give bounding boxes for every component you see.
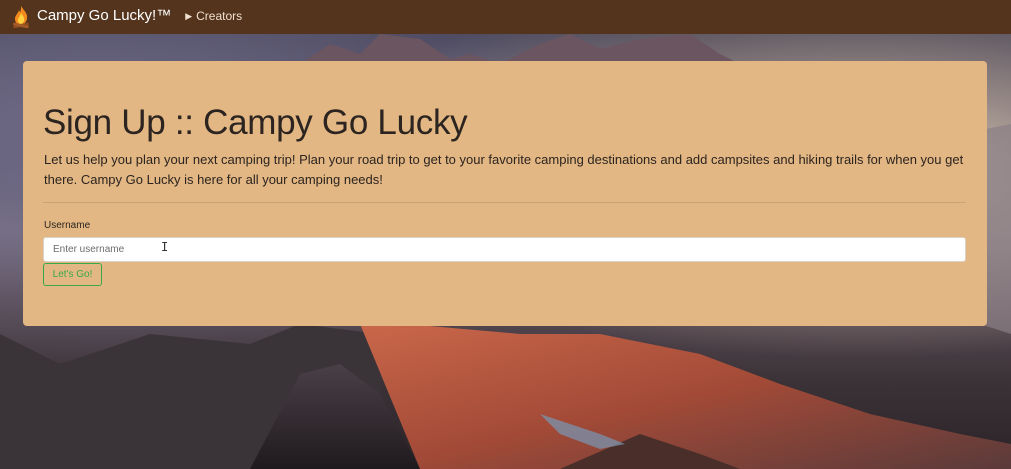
text-cursor-icon: I <box>161 240 169 254</box>
page-title: Sign Up :: Campy Go Lucky <box>43 103 468 142</box>
signup-card: Sign Up :: Campy Go Lucky Let us help yo… <box>23 61 987 326</box>
intro-text: Let us help you plan your next camping t… <box>44 152 964 187</box>
divider <box>43 202 966 203</box>
lets-go-button[interactable]: Let's Go! <box>43 263 102 286</box>
top-navbar: Campy Go Lucky!™ ▶ Creators <box>0 0 1011 34</box>
username-input[interactable] <box>43 237 966 262</box>
username-label: Username <box>44 220 91 231</box>
brand-title[interactable]: Campy Go Lucky!™ <box>37 7 171 24</box>
nav-link-creators[interactable]: ▶ Creators <box>185 9 242 23</box>
triangle-right-icon: ▶ <box>185 10 193 21</box>
nav-link-label: Creators <box>196 9 243 23</box>
campfire-icon[interactable] <box>10 5 32 29</box>
